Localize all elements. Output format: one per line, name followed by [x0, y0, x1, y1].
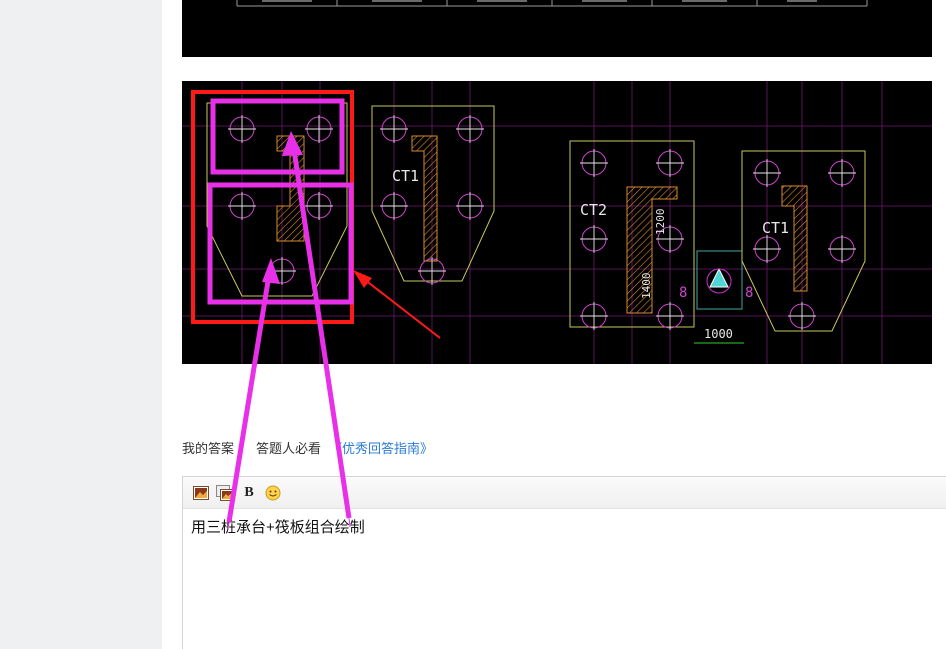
my-answer-label: 我的答案	[182, 441, 235, 456]
insert-screenshot-icon	[216, 484, 234, 501]
insert-image-icon	[193, 485, 209, 500]
emoji-icon	[265, 485, 281, 500]
editor-toolbar: B	[183, 477, 946, 509]
emoji-button[interactable]	[264, 484, 282, 502]
label-ct1-b: CT1	[762, 219, 789, 237]
editor-content[interactable]: 用三桩承台+筏板组合绘制	[183, 509, 946, 547]
answer-guide-link[interactable]: 《优秀回答指南》	[329, 438, 433, 457]
answer-editor: B 用三桩承台+筏板组合绘制	[182, 476, 946, 649]
cad-image-top	[182, 0, 932, 57]
label-dim-1400: 1400	[640, 273, 653, 300]
insert-screenshot-button[interactable]	[216, 484, 234, 502]
left-gutter	[0, 0, 162, 649]
label-dim-1000: 1000	[704, 327, 733, 341]
answer-prompt-bar: 我的答案 答题人必看 《优秀回答指南》	[182, 438, 433, 457]
bold-button[interactable]: B	[240, 484, 258, 502]
label-mark-8a: 8	[679, 285, 687, 301]
label-ct1-a: CT1	[392, 167, 419, 185]
bold-icon: B	[244, 484, 254, 500]
insert-image-button[interactable]	[192, 484, 210, 502]
cad-drawing: CT1 CT2 CT1 1000 1400 1200 8 8	[182, 81, 932, 364]
label-mark-8b: 8	[745, 285, 753, 301]
label-dim-1200: 1200	[654, 209, 667, 236]
must-read-label: 答题人必看	[256, 441, 322, 456]
editor-text: 用三桩承台+筏板组合绘制	[191, 519, 365, 536]
label-ct2: CT2	[580, 201, 607, 219]
